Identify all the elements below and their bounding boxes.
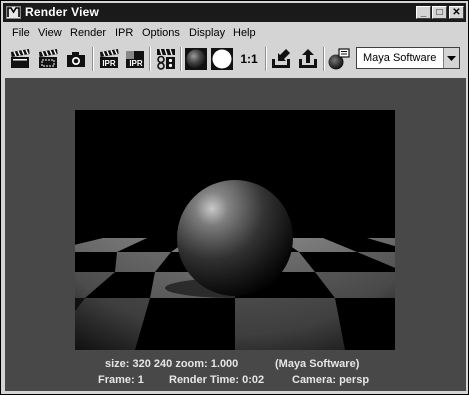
menu-display[interactable]: Display xyxy=(189,27,225,39)
real-size-button[interactable]: 1:1 xyxy=(237,47,261,71)
camera-snapshot-icon xyxy=(67,52,85,67)
menu-options[interactable]: Options xyxy=(142,27,180,39)
render-globals-button[interactable] xyxy=(327,47,351,71)
alpha-channel-button[interactable] xyxy=(210,47,234,71)
toolbar-separator xyxy=(92,47,94,71)
menu-view[interactable]: View xyxy=(38,27,62,39)
toolbar-separator xyxy=(149,47,151,71)
ipr-render-icon: IPR xyxy=(100,49,119,68)
renderer-value: Maya Software xyxy=(363,52,437,64)
clapper-region-icon xyxy=(39,49,58,68)
window-title: Render View xyxy=(25,5,100,19)
render-button[interactable] xyxy=(8,47,32,71)
rgb-channel-button[interactable] xyxy=(184,47,208,71)
clapper-icon xyxy=(11,49,30,68)
toolbar-separator xyxy=(180,47,182,71)
ipr-refresh-icon: IPR xyxy=(126,51,144,68)
minimize-icon: _ xyxy=(420,7,427,18)
keep-image-icon xyxy=(272,49,290,68)
keep-image-button[interactable] xyxy=(269,47,293,71)
render-globals-icon xyxy=(328,48,350,70)
menu-render[interactable]: Render xyxy=(70,27,106,39)
remove-image-icon xyxy=(299,49,317,68)
render-settings-button[interactable] xyxy=(154,47,178,71)
toolbar-separator xyxy=(265,47,267,71)
render-region-button[interactable] xyxy=(36,47,60,71)
maya-logo-icon[interactable] xyxy=(6,6,21,19)
toolbar-separator xyxy=(323,47,325,71)
ipr-label: IPR xyxy=(102,59,116,68)
camera-readout: Camera: persp xyxy=(292,374,370,386)
menu-bar: File View Render IPR Options Display Hel… xyxy=(3,25,466,42)
toolbar: IPR IPR 1:1 Maya Software xyxy=(3,44,466,74)
renderer-dropdown[interactable]: Maya Software xyxy=(356,47,460,69)
minimize-button[interactable]: _ xyxy=(416,6,431,19)
image-size-zoom: size: 320 240 zoom: 1.000 xyxy=(105,358,239,370)
close-icon: ✕ xyxy=(452,7,461,18)
maximize-icon: □ xyxy=(436,7,443,18)
remove-image-button[interactable] xyxy=(296,47,320,71)
menu-help[interactable]: Help xyxy=(233,27,256,39)
ipr-render-button[interactable]: IPR xyxy=(97,47,121,71)
ipr-refresh-button[interactable]: IPR xyxy=(123,47,147,71)
menu-file[interactable]: File xyxy=(12,27,30,39)
title-bar[interactable]: Render View _ □ ✕ xyxy=(3,3,466,22)
renderer-tag: (Maya Software) xyxy=(275,358,360,370)
alpha-channel-icon xyxy=(211,48,233,70)
render-viewport[interactable]: size: 320 240 zoom: 1.000 (Maya Software… xyxy=(5,78,466,391)
chevron-down-icon xyxy=(447,56,456,61)
maximize-button[interactable]: □ xyxy=(432,6,447,19)
render-view-window: Render View _ □ ✕ File View Render IPR O… xyxy=(0,0,469,395)
close-button[interactable]: ✕ xyxy=(449,6,464,19)
real-size-icon: 1:1 xyxy=(240,52,258,66)
render-time-readout: Render Time: 0:02 xyxy=(169,374,265,386)
render-settings-icon xyxy=(157,48,175,70)
rendered-image xyxy=(75,110,395,350)
ipr-refresh-label: IPR xyxy=(129,59,143,68)
snapshot-button[interactable] xyxy=(64,47,88,71)
rgb-channel-icon xyxy=(185,48,207,70)
frame-readout: Frame: 1 xyxy=(98,374,144,386)
chevron-down-button[interactable] xyxy=(443,48,459,68)
menu-ipr[interactable]: IPR xyxy=(115,27,133,39)
